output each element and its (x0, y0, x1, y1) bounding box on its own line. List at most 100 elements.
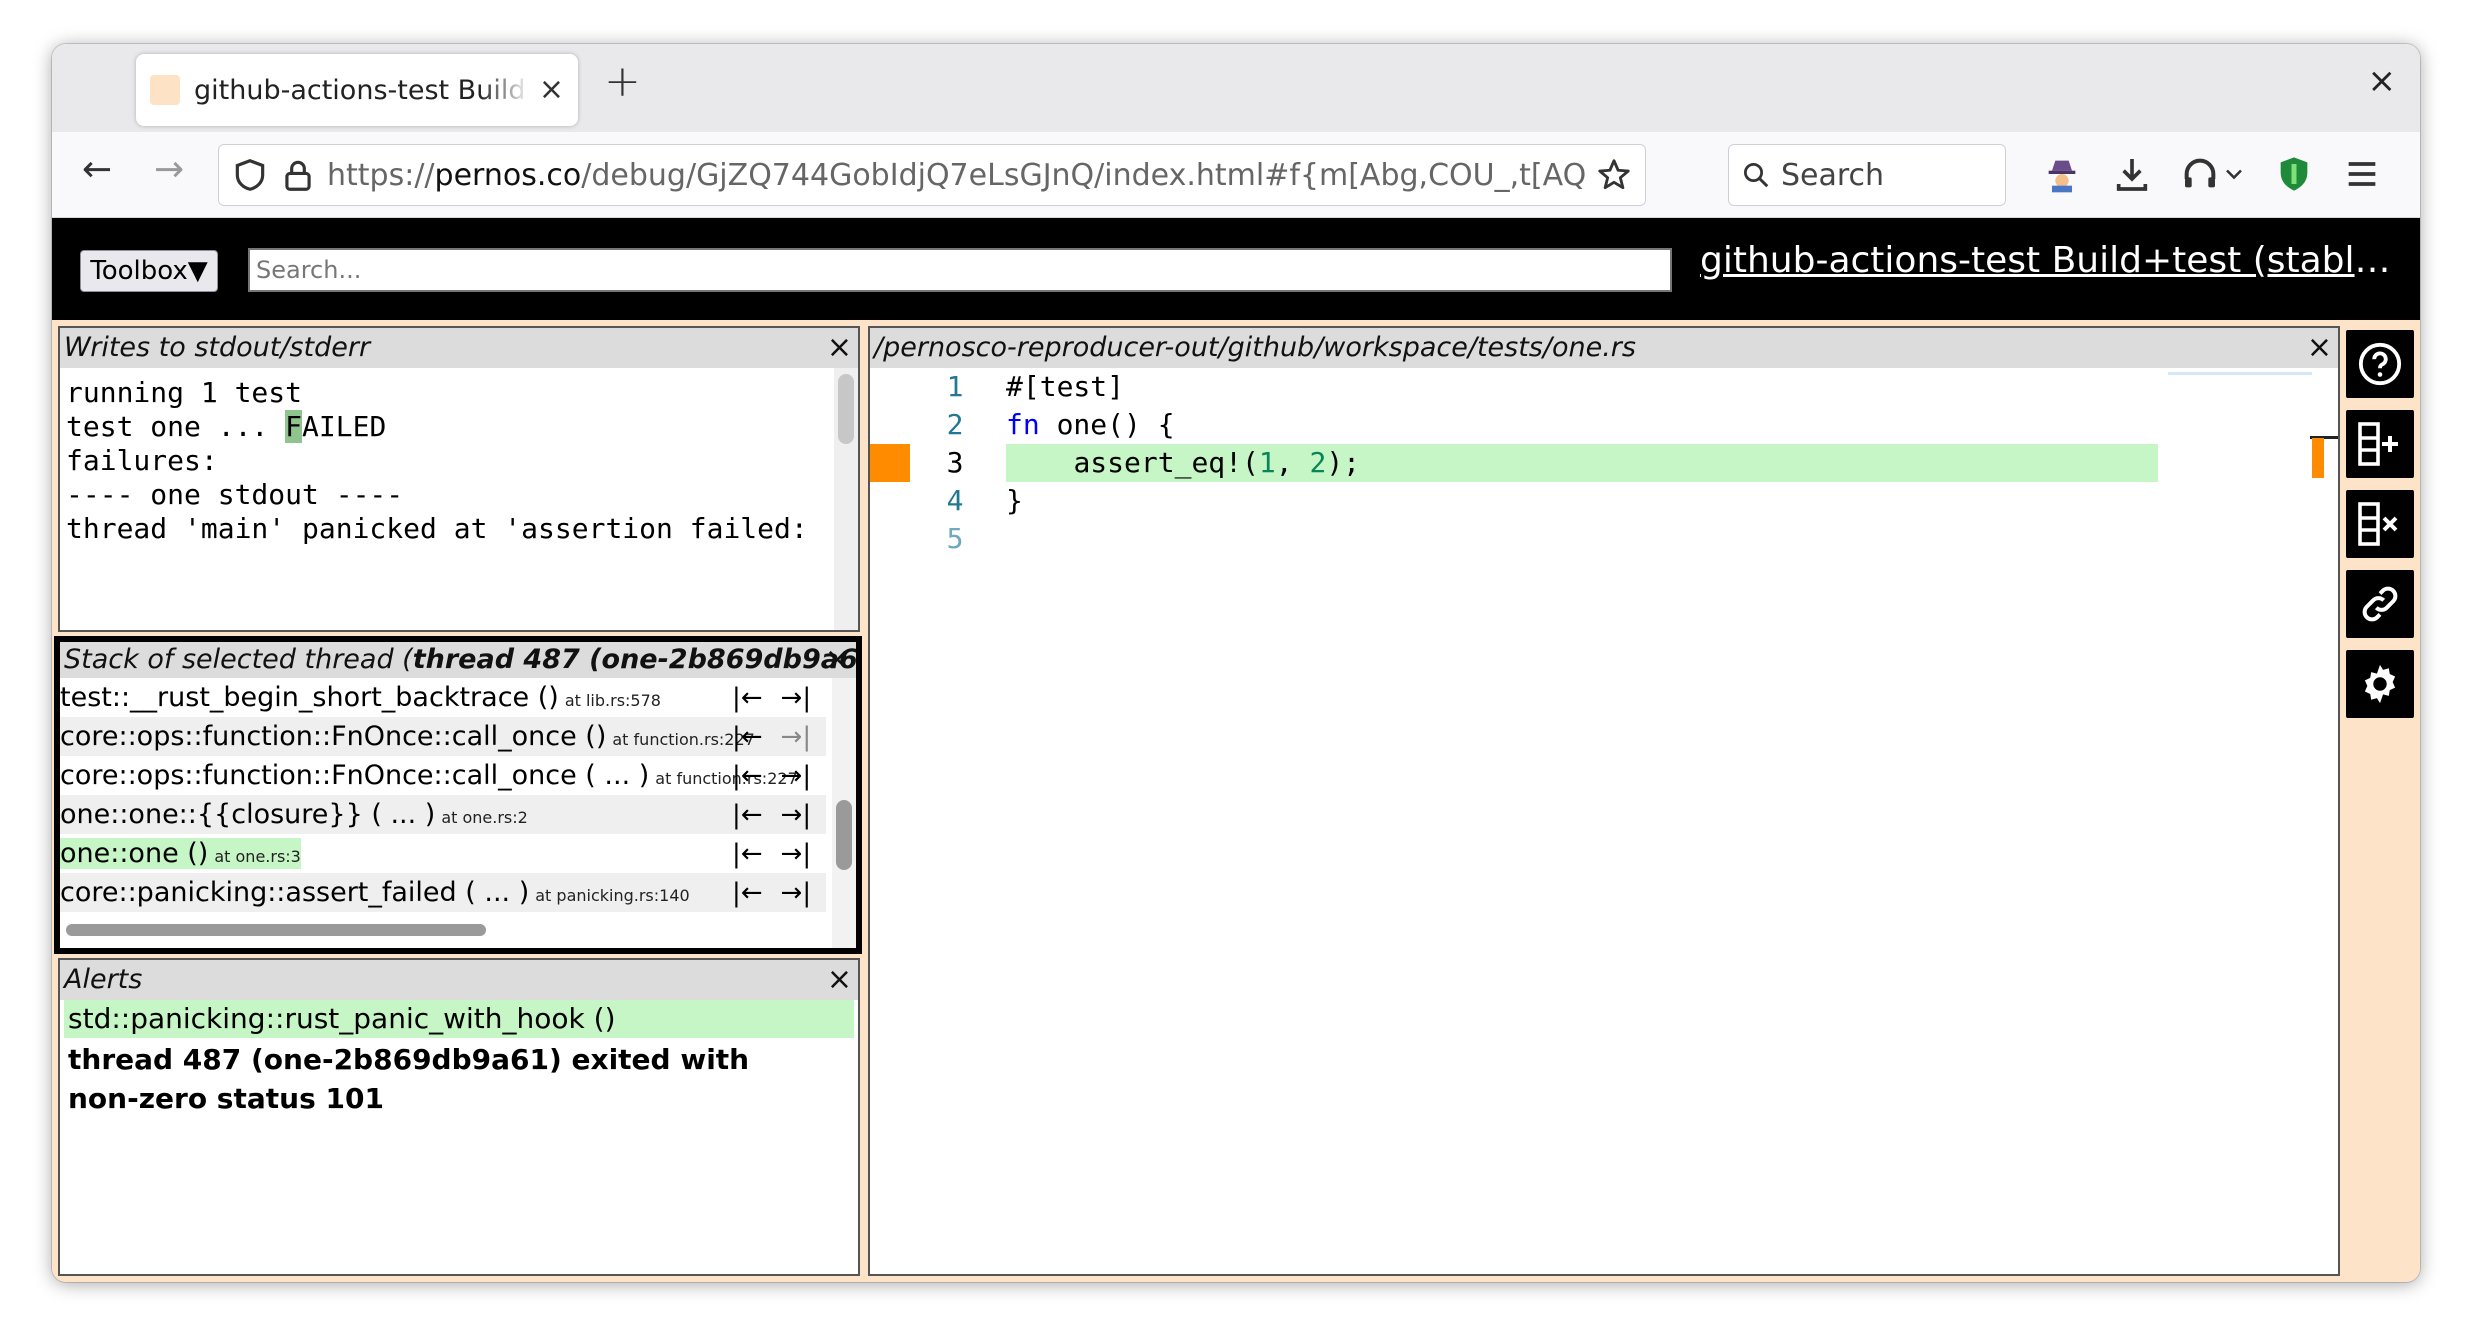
stdout-panel-close-icon[interactable]: × (827, 328, 852, 368)
search-label: Search (1781, 157, 1885, 193)
hamburger-menu-icon[interactable] (2342, 154, 2382, 194)
window-close-icon[interactable]: × (2368, 64, 2397, 98)
step-to-start-icon[interactable]: |← (732, 800, 763, 830)
shield-icon[interactable] (231, 156, 269, 194)
code-line[interactable]: 2 fn one() { (870, 406, 2338, 444)
lock-icon[interactable] (279, 156, 317, 194)
stack-panel-close-icon[interactable]: × (825, 642, 850, 678)
stack-frame-function[interactable]: core::ops::function::FnOnce::call_once (… (60, 760, 651, 791)
back-button[interactable]: ← (82, 152, 112, 188)
stack-frame-location[interactable]: at lib.rs:578 (565, 691, 661, 710)
browser-search-box[interactable]: Search (1728, 144, 2006, 206)
step-to-end-icon[interactable]: →| (781, 683, 812, 713)
code-text: } (1006, 484, 1023, 517)
stack-frame-current[interactable]: one::one () at one.rs:3 |← →| (60, 834, 826, 873)
privacy-shield-icon[interactable] (2274, 154, 2314, 194)
toolbox-button[interactable]: Toolbox▼ (80, 250, 218, 292)
chevron-down-icon[interactable] (2220, 154, 2248, 194)
line-number: 4 (946, 484, 964, 517)
app-title-link[interactable]: github-actions-test Build+test (stable, … (1700, 240, 2400, 281)
download-icon[interactable] (2112, 154, 2152, 194)
stack-frame-function[interactable]: core::panicking::assert_failed ( ... ) (60, 877, 531, 908)
stack-frame[interactable]: test::__rust_begin_short_backtrace () at … (60, 678, 826, 717)
url-bar[interactable]: https://pernos.co/debug/GjZQ744GobIdjQ7e… (218, 144, 1646, 206)
bookmark-star-icon[interactable] (1595, 156, 1633, 194)
source-panel-close-icon[interactable]: × (2307, 328, 2332, 368)
stack-frame-function[interactable]: one::one () (60, 838, 210, 869)
code-text: #[test] (1006, 370, 1125, 403)
url-domain: pernos.co (434, 157, 582, 193)
code-line[interactable]: 1 #[test] (870, 368, 2338, 406)
stack-frame-nav: |← →| (732, 761, 811, 791)
stack-frame-fn-box: test::__rust_begin_short_backtrace () at … (60, 682, 661, 713)
step-to-start-icon[interactable]: |← (732, 683, 763, 713)
stack-frame-function[interactable]: one::one::{{closure}} ( ... ) (60, 799, 437, 830)
help-icon (2358, 342, 2402, 386)
stack-frame-fn-box: one::one () at one.rs:3 (60, 838, 301, 869)
step-to-end-icon[interactable]: →| (781, 839, 812, 869)
stack-frame-location[interactable]: at one.rs:3 (214, 847, 301, 866)
line-number: 1 (946, 370, 964, 403)
step-to-start-icon[interactable]: |← (732, 839, 763, 869)
stack-scrollbar[interactable] (836, 800, 852, 870)
step-to-end-icon[interactable]: →| (781, 722, 812, 752)
line-number: 5 (946, 522, 964, 555)
source-editor[interactable]: 1 #[test] 2 fn one() { 3 assert_eq!(1, 2… (870, 368, 2338, 1274)
step-to-start-icon[interactable]: |← (732, 722, 763, 752)
alerts-panel-close-icon[interactable]: × (827, 960, 852, 1000)
stdout-panel-body[interactable]: running 1 test test one ... FAILED failure… (60, 368, 858, 630)
code-text: assert_eq!(1, 2); (1006, 444, 1360, 482)
url-text[interactable]: https://pernos.co/debug/GjZQ744GobIdjQ7e… (327, 158, 1587, 193)
stack-frame-location[interactable]: at one.rs:2 (441, 808, 528, 827)
alerts-panel-body: std::panicking::rust_panic_with_hook () … (60, 1000, 858, 1274)
link-icon (2362, 586, 2398, 622)
stack-frame-function[interactable]: test::__rust_begin_short_backtrace () (60, 682, 561, 713)
extension-detective-icon[interactable] (2042, 154, 2082, 194)
step-to-end-icon[interactable]: →| (781, 878, 812, 908)
stdout-line: thread 'main' panicked at 'assertion fai… (66, 512, 808, 545)
stdout-panel-title: Writes to stdout/stderr × (60, 328, 858, 368)
app-search-input[interactable] (248, 248, 1672, 292)
stdout-line: ---- one stdout ---- (66, 478, 404, 511)
step-to-end-icon[interactable]: →| (781, 761, 812, 791)
stack-horizontal-scrollbar[interactable] (66, 924, 486, 936)
step-to-start-icon[interactable]: |← (732, 878, 763, 908)
stack-frame-function[interactable]: core::ops::function::FnOnce::call_once (… (60, 721, 608, 752)
stack-panel-title: Stack of selected thread (thread 487 (on… (60, 642, 856, 678)
stack-frame[interactable]: core::panicking::assert_failed ( ... ) at… (60, 873, 826, 912)
new-tab-button[interactable]: + (604, 60, 641, 104)
code-line-current[interactable]: 3 assert_eq!(1, 2); (870, 444, 2338, 482)
stack-frame[interactable]: core::ops::function::FnOnce::call_once (… (60, 756, 826, 795)
alert-function[interactable]: std::panicking::rust_panic_with_hook () (64, 1000, 854, 1038)
source-file-path: /pernosco-reproducer-out/github/workspac… (874, 332, 1636, 363)
step-to-start-icon[interactable]: |← (732, 761, 763, 791)
code-line[interactable]: 5 (870, 520, 2338, 558)
tab-favicon-icon (150, 75, 180, 105)
stdout-scrollbar[interactable] (838, 374, 854, 444)
add-column-button[interactable] (2346, 410, 2414, 478)
link-button[interactable] (2346, 570, 2414, 638)
tab-strip: github-actions-test Build+test (stable, … (52, 44, 2420, 132)
forward-button[interactable]: → (154, 152, 184, 188)
stack-frame[interactable]: core::ops::function::FnOnce::call_once (… (60, 717, 826, 756)
tab-close-icon[interactable]: × (539, 75, 564, 105)
code-line[interactable]: 4 } (870, 482, 2338, 520)
stack-panel: Stack of selected thread (thread 487 (on… (54, 636, 862, 954)
stdout-selected-char[interactable]: F (285, 410, 303, 443)
browser-tab[interactable]: github-actions-test Build+test (stable, … (136, 54, 578, 126)
stdout-line-rest: AILED (302, 410, 387, 443)
settings-button[interactable] (2346, 650, 2414, 718)
step-to-end-icon[interactable]: →| (781, 800, 812, 830)
stack-frame-nav: |← →| (732, 722, 811, 752)
headphones-icon[interactable] (2180, 154, 2220, 194)
remove-column-button[interactable] (2346, 490, 2414, 558)
navigation-bar: ← → https://pernos.co/debug/GjZQ744GobId… (52, 132, 2420, 218)
code-macro: assert_eq!( (1073, 446, 1259, 479)
stack-frame[interactable]: one::one::{{closure}} ( ... ) at one.rs:2… (60, 795, 826, 834)
help-button[interactable] (2346, 330, 2414, 398)
alerts-panel-title-text: Alerts (64, 964, 143, 995)
url-path: /debug/GjZQ744GobIdjQ7eLsGJnQ/index.html… (581, 157, 1587, 193)
stack-frame-location[interactable]: at panicking.rs:140 (535, 886, 689, 905)
stack-frame-nav: |← →| (732, 878, 811, 908)
